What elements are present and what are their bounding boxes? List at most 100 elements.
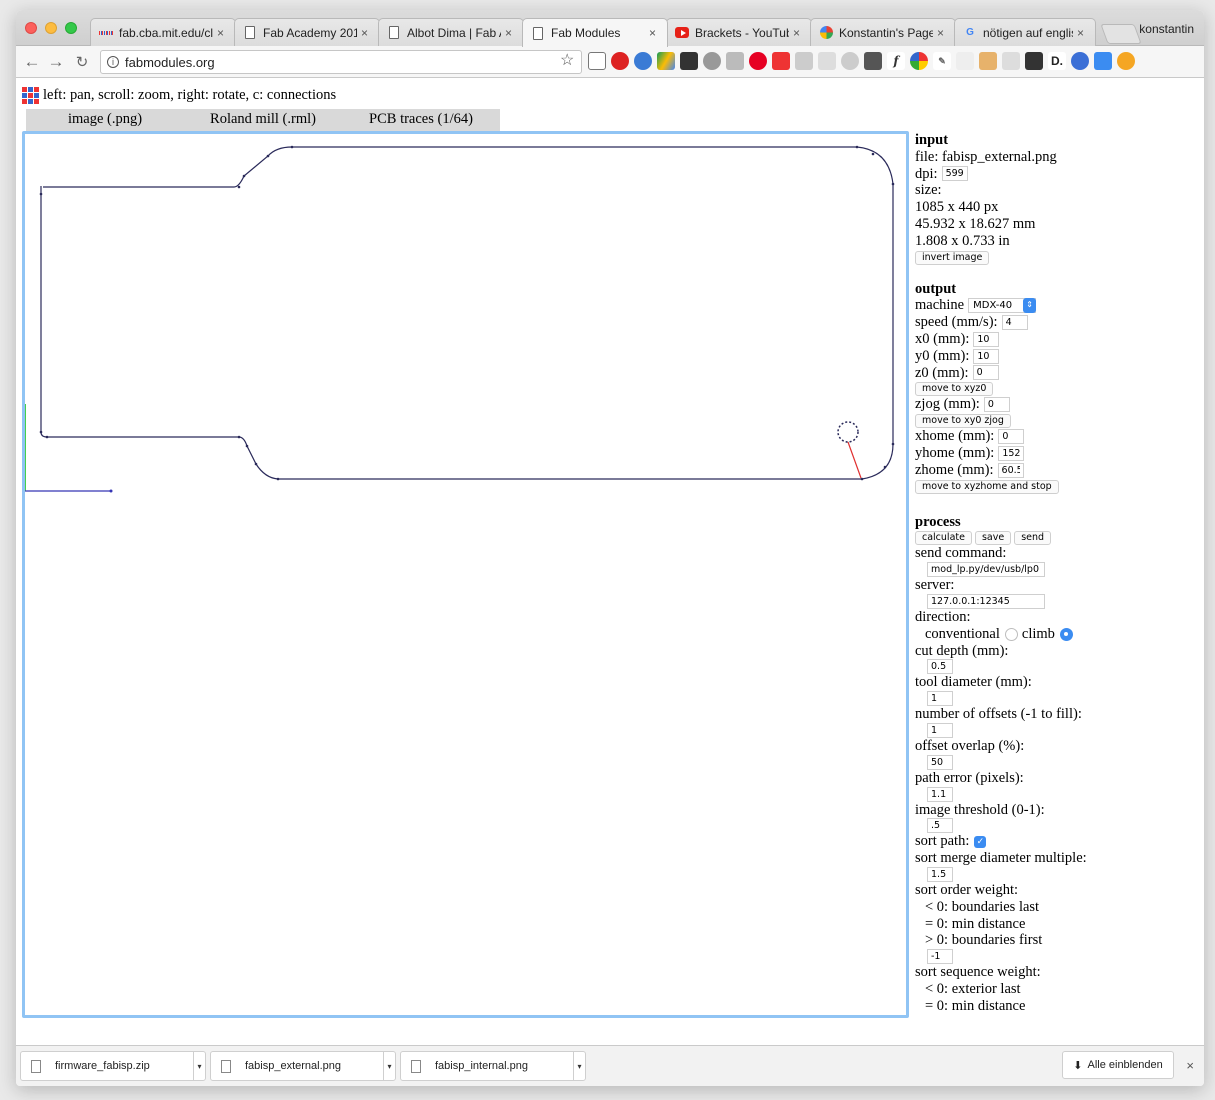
function-icon[interactable]: f [887, 52, 905, 70]
cast-icon[interactable] [588, 52, 606, 70]
tab-title: Fab Academy 201 [263, 25, 357, 40]
zhome-input[interactable] [997, 462, 1024, 478]
color-wheel-icon[interactable] [910, 52, 928, 70]
tab-konstantins-page[interactable]: Konstantin's Page × [810, 18, 956, 46]
alert-icon[interactable] [1117, 52, 1135, 70]
profile-name[interactable]: konstantin [1139, 22, 1194, 36]
extension-icon[interactable] [956, 52, 974, 70]
cut-depth-label: cut depth (mm): [915, 642, 1009, 659]
address-bar[interactable]: i fabmodules.org [100, 50, 582, 74]
reload-button[interactable]: ↻ [70, 50, 94, 74]
yhome-input[interactable] [998, 445, 1025, 461]
tab-title: Fab Modules [551, 26, 621, 40]
y0-input[interactable] [973, 348, 1000, 364]
climb-radio[interactable] [1059, 627, 1073, 641]
tab-google-search[interactable]: G nötigen auf englis × [954, 18, 1096, 46]
eyedropper-icon[interactable]: ✎ [933, 52, 951, 70]
extension-icon[interactable] [1002, 52, 1020, 70]
move-to-xyz0-button[interactable]: move to xyz0 [915, 382, 994, 397]
extension-icon[interactable] [864, 52, 882, 70]
sort-path-label: sort path: [915, 833, 970, 850]
close-window-button[interactable] [25, 22, 37, 34]
extension-icon[interactable] [841, 52, 859, 70]
pinterest-icon[interactable] [749, 52, 767, 70]
extension-icon[interactable] [634, 52, 652, 70]
close-tab-icon[interactable]: × [361, 26, 373, 40]
tab-image-png[interactable]: image (.png) [26, 109, 184, 131]
close-tab-icon[interactable]: × [937, 26, 949, 40]
bookmark-star-icon[interactable]: ☆ [560, 50, 574, 70]
close-tab-icon[interactable]: × [649, 26, 661, 40]
dropdown-arrow-icon[interactable]: ▾ [383, 1052, 395, 1080]
dpi-input[interactable] [941, 166, 968, 182]
download-item[interactable]: fabisp_external.png ▾ [210, 1051, 396, 1081]
maximize-window-button[interactable] [65, 22, 77, 34]
move-to-xy0-zjog-button[interactable]: move to xy0 zjog [915, 414, 1011, 429]
extension-icon[interactable] [680, 52, 698, 70]
extension-icon[interactable] [979, 52, 997, 70]
tab-albot-dima[interactable]: Albot Dima | Fab A × [378, 18, 524, 46]
output-section-title: output [915, 280, 957, 297]
seq-eq-text: = 0: min distance [925, 997, 1026, 1014]
order-lt-text: < 0: boundaries last [925, 898, 1040, 915]
tab-fab-cba[interactable]: fab.cba.mit.edu/cl × [90, 18, 236, 46]
threshold-input[interactable] [927, 818, 953, 834]
forward-button[interactable]: → [44, 50, 68, 74]
extension-icon[interactable] [703, 52, 721, 70]
zjog-input[interactable] [983, 397, 1010, 413]
close-tab-icon[interactable]: × [505, 26, 517, 40]
back-button[interactable]: ← [20, 50, 44, 74]
send-command-input[interactable] [927, 562, 1045, 578]
overlap-input[interactable] [927, 754, 953, 770]
cut-depth-input[interactable] [927, 659, 953, 675]
dropdown-arrow-icon[interactable]: ▾ [193, 1052, 205, 1080]
download-item[interactable]: fabisp_internal.png ▾ [400, 1051, 586, 1081]
calculate-button[interactable]: calculate [915, 531, 972, 546]
minimize-window-button[interactable] [45, 22, 57, 34]
download-item[interactable]: firmware_fabisp.zip ▾ [20, 1051, 206, 1081]
browser-window: fab.cba.mit.edu/cl × Fab Academy 201 × A… [16, 10, 1204, 1086]
z0-input[interactable] [972, 365, 999, 381]
tab-fab-modules[interactable]: Fab Modules × [522, 18, 668, 47]
calendar-icon[interactable] [1094, 52, 1112, 70]
adblock-icon[interactable] [611, 52, 629, 70]
close-tab-icon[interactable]: × [1077, 26, 1089, 40]
x0-input[interactable] [973, 331, 1000, 347]
conventional-radio[interactable] [1004, 627, 1018, 641]
dpi-row: dpi: [915, 166, 1200, 183]
extension-icon[interactable] [1071, 52, 1089, 70]
order-weight-input[interactable] [927, 949, 953, 965]
info-icon[interactable]: i [107, 56, 119, 68]
drive-icon[interactable] [657, 52, 675, 70]
invert-image-button[interactable]: invert image [915, 250, 990, 265]
dropdown-arrow-icon[interactable]: ▾ [573, 1052, 585, 1080]
toolpath-viewer[interactable] [22, 131, 909, 1018]
tab-fab-academy[interactable]: Fab Academy 201 × [234, 18, 380, 46]
offsets-input[interactable] [927, 722, 953, 738]
extension-icon[interactable] [726, 52, 744, 70]
speed-input[interactable] [1001, 315, 1028, 331]
new-tab-button[interactable] [1100, 24, 1142, 44]
path-error-input[interactable] [927, 786, 953, 802]
close-tab-icon[interactable]: × [217, 26, 229, 40]
save-button[interactable]: save [974, 531, 1012, 546]
qr-icon[interactable] [1025, 52, 1043, 70]
extension-icon[interactable] [772, 52, 790, 70]
server-input[interactable] [927, 593, 1045, 609]
show-all-downloads-button[interactable]: ⬇ Alle einblenden [1062, 1051, 1174, 1079]
xhome-input[interactable] [998, 429, 1025, 445]
extension-icon[interactable] [818, 52, 836, 70]
tab-brackets-youtube[interactable]: Brackets - YouTub × [666, 18, 812, 46]
send-button[interactable]: send [1014, 531, 1052, 546]
sort-path-checkbox[interactable]: ✓ [974, 835, 987, 848]
merge-input[interactable] [927, 866, 953, 882]
tab-pcb-traces[interactable]: PCB traces (1/64) [342, 109, 500, 131]
move-to-xyzhome-button[interactable]: move to xyzhome and stop [915, 479, 1059, 494]
tab-roland-mill[interactable]: Roland mill (.rml) [184, 109, 342, 131]
doc-icon [387, 26, 401, 40]
extension-icon[interactable] [795, 52, 813, 70]
close-downloads-icon[interactable]: × [1186, 1058, 1194, 1073]
close-tab-icon[interactable]: × [793, 26, 805, 40]
tool-diameter-input[interactable] [927, 691, 953, 707]
extension-icon[interactable]: D. [1048, 52, 1066, 70]
